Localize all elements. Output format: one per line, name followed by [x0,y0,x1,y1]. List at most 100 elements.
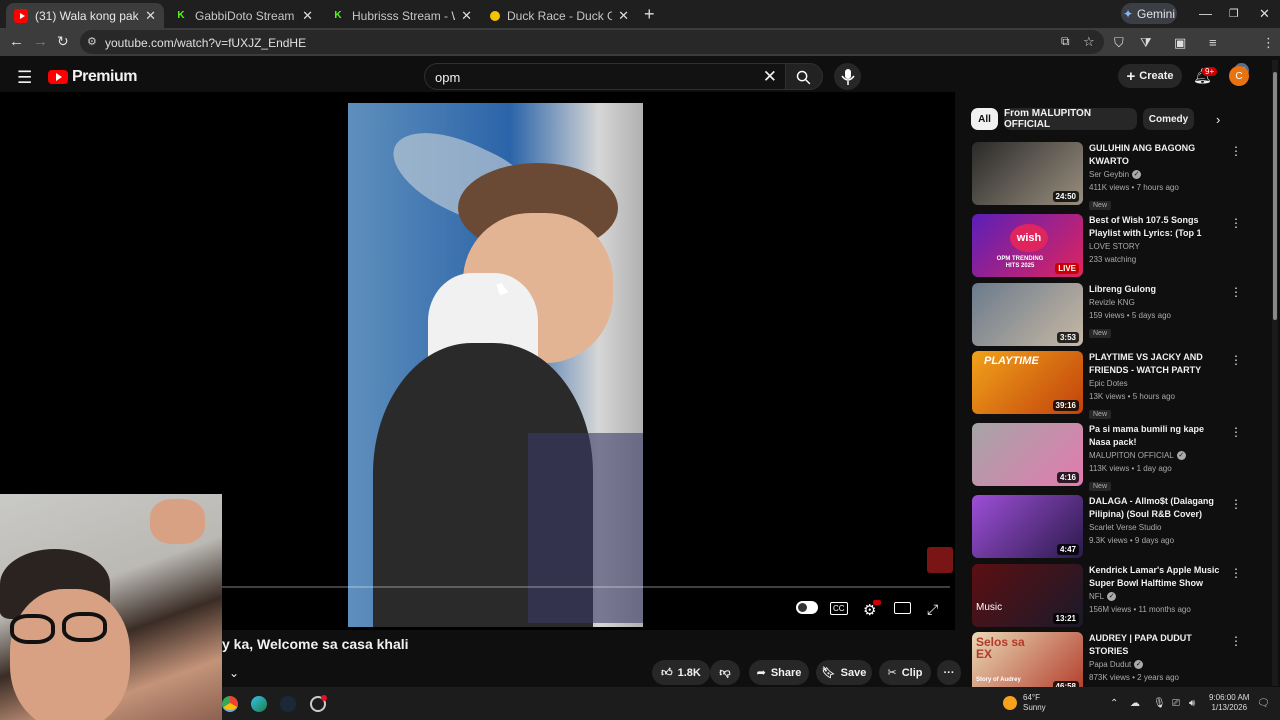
video-frame[interactable] [348,103,643,627]
edge-taskbar-icon[interactable] [251,696,267,712]
video-thumbnail[interactable]: 46:58Selos sa EXStory of Audrey [972,632,1083,695]
related-video-title[interactable]: Kendrick Lamar's Apple Music Super Bowl … [1089,564,1224,590]
more-options-icon[interactable]: ⋮ [1230,144,1242,158]
split-view-icon[interactable]: ▣ [1174,35,1186,51]
video-thumbnail[interactable]: 4:47 [972,495,1083,558]
account-avatar[interactable]: C [1229,66,1249,86]
dislike-button[interactable]: 👎︎ [710,660,740,685]
channel-name[interactable]: MALUPITON OFFICIAL [1089,451,1174,460]
channel-name[interactable]: Papa Dudut [1089,660,1131,669]
save-button[interactable]: 🔖︎ Save [816,660,872,685]
channel-name[interactable]: Ser Geybin [1089,170,1129,179]
search-input[interactable]: opm ✕ [424,63,786,90]
related-video-title[interactable]: PLAYTIME VS JACKY AND FRIENDS - WATCH PA… [1089,351,1224,377]
tab-kick-hubrisss[interactable]: K Hubrisss Stream - Watch Live o ✕ [323,3,480,28]
channel-name[interactable]: Epic Dotes [1089,379,1128,388]
video-thumbnail[interactable]: LIVE wish OPM TRENDING HITS 2025 [972,214,1083,277]
chip-from-channel[interactable]: From MALUPITON OFFICIAL [1004,108,1137,130]
bookmark-star-icon[interactable]: ☆ [1083,34,1095,50]
tab-kick-gabbidoto[interactable]: K GabbiDoto Stream - Watch Live ✕ [166,3,321,28]
related-video-title[interactable]: AUDREY | PAPA DUDUT STORIES [1089,632,1224,658]
video-progress-bar[interactable] [222,586,950,588]
more-options-icon[interactable]: ⋮ [1230,285,1242,299]
close-window-icon[interactable]: ✕ [1259,6,1270,22]
url-text[interactable]: youtube.com/watch?v=fUXJZ_EndHE [105,36,306,50]
extensions-puzzle-icon[interactable]: ⧩ [1140,35,1152,51]
new-tab-button[interactable]: + [644,4,655,25]
browser-menu-icon[interactable]: ⋮ [1262,35,1275,51]
more-options-icon[interactable]: ⋮ [1230,425,1242,439]
related-video-title[interactable]: GULUHIN ANG BAGONG KWARTO [1089,142,1224,168]
more-options-icon[interactable]: ⋮ [1230,353,1242,367]
related-video-title[interactable]: Best of Wish 107.5 Songs Playlist with L… [1089,214,1224,240]
clear-search-icon[interactable]: ✕ [763,67,777,87]
scrollbar-thumb[interactable] [1273,72,1277,320]
expand-description-button[interactable]: ⌄ [222,662,246,684]
fullscreen-icon[interactable]: ⤢ [927,601,938,618]
tray-chevron-up-icon[interactable]: ⌃ [1110,698,1118,709]
share-button[interactable]: ➦ Share [749,660,809,685]
chip-all[interactable]: All [971,108,998,130]
cast-icon[interactable]: ⧉ [1061,34,1070,49]
create-button[interactable]: + Create [1118,64,1182,88]
channel-watermark-icon[interactable] [927,547,953,573]
clock[interactable]: 9:06:00 AM 1/13/2026 [1209,693,1249,713]
site-settings-icon[interactable]: ⚙ [87,35,97,48]
captions-icon[interactable]: CC [830,602,848,615]
related-video-item[interactable]: 39:16 PLAYTIME PLAYTIME VS JACKY AND FRIEN… [972,351,1252,419]
voice-search-button[interactable] [834,63,861,90]
tray-app-icon[interactable]: ☁ [1130,698,1140,709]
clip-button[interactable]: ✂ Clip [879,660,931,685]
channel-name[interactable]: Scarlet Verse Studio [1089,523,1161,532]
volume-icon[interactable]: 🔊︎ [1189,698,1195,709]
channel-name[interactable]: LOVE STORY [1089,242,1140,251]
notification-center-icon[interactable]: 🗨︎ [1257,698,1270,709]
like-button[interactable]: 👍︎ 1.8K [652,660,710,685]
network-icon[interactable]: ⎚ [1172,698,1180,709]
hamburger-menu-icon[interactable]: ☰ [17,68,32,88]
video-thumbnail[interactable]: 3:53 [972,283,1083,346]
gemini-button[interactable]: ✦ Gemini [1121,3,1177,24]
restore-window-icon[interactable]: ❐ [1229,7,1239,20]
related-video-item[interactable]: 24:50 GULUHIN ANG BAGONG KWARTO Ser Geybin… [972,142,1252,210]
minimize-window-icon[interactable]: — [1199,6,1212,21]
related-video-item[interactable]: 4:47 DALAGA - Allmo$t (Dalagang Pilipina)… [972,495,1252,559]
forward-arrow-icon[interactable]: → [33,33,48,50]
more-options-icon[interactable]: ⋮ [1230,634,1242,648]
shield-extension-icon[interactable]: ⛉ [1114,35,1124,51]
tab-youtube[interactable]: (31) Wala kong pake kung mak ✕ [6,3,164,28]
chip-comedy[interactable]: Comedy [1143,108,1194,130]
close-tab-icon[interactable]: ✕ [145,8,156,24]
video-thumbnail[interactable]: 4:16 [972,423,1083,486]
more-options-icon[interactable]: ⋮ [1230,566,1242,580]
weather-widget[interactable]: 64°F Sunny [1023,693,1046,713]
back-arrow-icon[interactable]: ← [9,33,24,50]
close-tab-icon[interactable]: ✕ [302,8,313,24]
close-tab-icon[interactable]: ✕ [461,8,472,24]
related-video-title[interactable]: Libreng Gulong [1089,283,1224,296]
more-options-icon[interactable]: ⋮ [1230,497,1242,511]
chevron-right-icon[interactable]: › [1216,112,1220,127]
video-thumbnail[interactable]: 13:21 Music [972,564,1083,627]
address-bar[interactable]: ⚙ youtube.com/watch?v=fUXJZ_EndHE ⧉ ☆ [80,30,1104,54]
search-button[interactable] [785,63,823,90]
video-thumbnail[interactable]: 24:50 [972,142,1083,205]
miniplayer-icon[interactable] [894,602,911,614]
related-video-item[interactable]: 3:53 Libreng Gulong Revizle KNG 159 views •… [972,283,1252,347]
chrome-taskbar-icon[interactable] [222,696,238,712]
youtube-premium-logo[interactable]: Premium [48,68,137,86]
reload-icon[interactable]: ↻ [57,33,69,50]
more-options-icon[interactable]: ⋮ [1230,216,1242,230]
steam-taskbar-icon[interactable] [280,696,296,712]
tab-duck-race[interactable]: Duck Race - Duck Games ✕ [482,3,637,28]
channel-name[interactable]: Revizle KNG [1089,298,1135,307]
video-thumbnail[interactable]: 39:16 PLAYTIME [972,351,1083,414]
related-video-item[interactable]: 4:16 Pa si mama bumili ng kape Nasa pack!… [972,423,1252,491]
channel-name[interactable]: NFL [1089,592,1104,601]
media-queue-icon[interactable]: ≡ [1209,35,1217,50]
more-actions-button[interactable]: ··· [937,660,961,685]
related-video-item[interactable]: LIVE wish OPM TRENDING HITS 2025 Best of Wi… [972,214,1252,278]
autoplay-toggle[interactable] [796,601,818,614]
search-query[interactable]: opm [435,70,460,85]
microphone-tray-icon[interactable]: 🎙︎ [1153,698,1166,709]
